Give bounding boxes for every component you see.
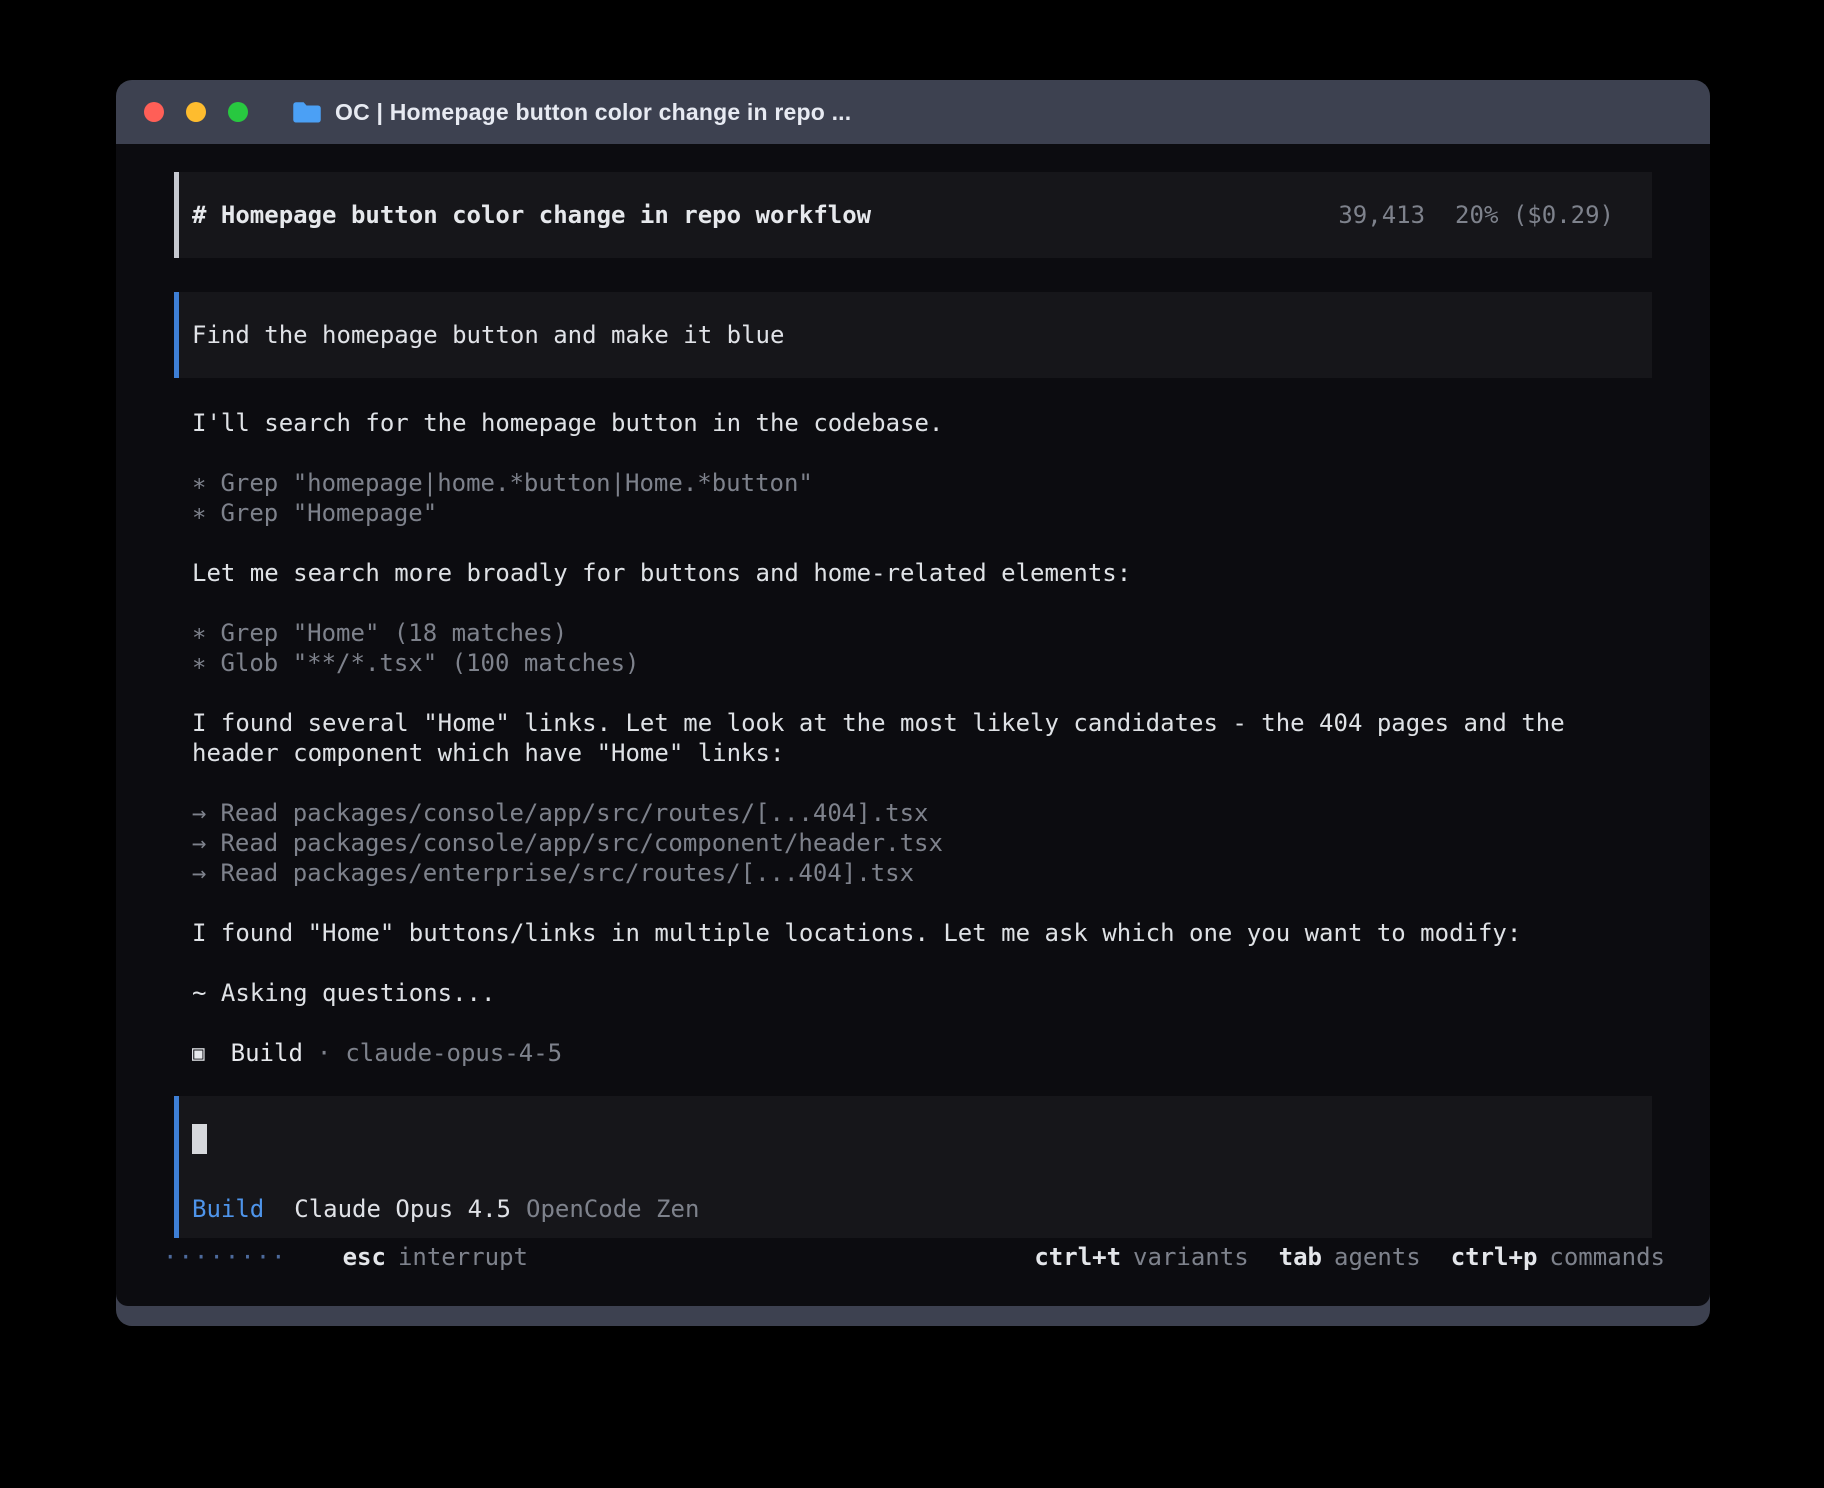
- assistant-transcript: I'll search for the homepage button in t…: [192, 408, 1652, 1068]
- assistant-message: Let me search more broadly for buttons a…: [192, 558, 1612, 588]
- tool-call: ∗ Grep "homepage|home.*button|Home.*butto…: [192, 468, 1652, 498]
- prompt-input[interactable]: Build Claude Opus 4.5 OpenCode Zen: [174, 1096, 1652, 1238]
- folder-icon: [292, 100, 322, 125]
- agent-model: claude-opus-4-5: [345, 1038, 562, 1068]
- context-usage: 20% ($0.29): [1455, 200, 1614, 230]
- tool-call-group: → Read packages/console/app/src/routes/[.…: [192, 798, 1652, 888]
- tool-call: ∗ Grep "Homepage": [192, 498, 1652, 528]
- user-message: Find the homepage button and make it blu…: [174, 292, 1652, 378]
- tool-call: → Read packages/console/app/src/routes/[.…: [192, 798, 1652, 828]
- terminal-body: # Homepage button color change in repo w…: [116, 144, 1710, 1306]
- shortcut-key: ctrl+p: [1451, 1242, 1538, 1272]
- session-meta: 39,413 20% ($0.29): [1338, 200, 1622, 230]
- shortcut-key: ctrl+t: [1034, 1242, 1121, 1272]
- shortcut-label: variants: [1133, 1242, 1249, 1272]
- tool-call-text: Read packages/console/app/src/routes/[..…: [220, 799, 928, 827]
- tool-call-text: Grep "homepage|home.*button|Home.*button…: [220, 469, 812, 497]
- pending-tool-status: ~ Asking questions...: [192, 978, 1612, 1008]
- agent-name: Build: [231, 1038, 303, 1068]
- token-count: 39,413: [1338, 200, 1425, 230]
- session-content: # Homepage button color change in repo w…: [116, 144, 1710, 1306]
- tool-call-group: ∗ Grep "homepage|home.*button|Home.*butto…: [192, 468, 1652, 528]
- shortcut-label: commands: [1549, 1242, 1665, 1272]
- window-title-group: OC | Homepage button color change in rep…: [292, 99, 851, 126]
- text-cursor: [192, 1124, 207, 1154]
- status-bar: ········ esc interrupt ctrl+t variants t…: [163, 1242, 1665, 1272]
- status-bar-left: ········ esc interrupt: [163, 1242, 528, 1272]
- window-title: OC | Homepage button color change in rep…: [335, 99, 851, 126]
- input-line[interactable]: [192, 1124, 1622, 1154]
- agent-icon: ▣: [192, 1038, 205, 1068]
- grep-tool-icon: ∗: [192, 499, 206, 527]
- grep-tool-icon: ∗: [192, 469, 206, 497]
- read-arrow-icon: →: [192, 799, 206, 827]
- tool-call-text: Read packages/console/app/src/component/…: [220, 829, 942, 857]
- tool-call: → Read packages/console/app/src/component…: [192, 828, 1652, 858]
- close-button[interactable]: [144, 102, 164, 122]
- tool-call: → Read packages/enterprise/src/routes/[..…: [192, 858, 1652, 888]
- tool-call-text: Grep "Homepage": [220, 499, 437, 527]
- tool-call-text: Grep "Home" (18 matches): [220, 619, 567, 647]
- separator-dot: ·: [317, 1038, 331, 1068]
- tool-call-text: Read packages/enterprise/src/routes/[...…: [220, 859, 914, 887]
- assistant-message: I found several "Home" links. Let me loo…: [192, 708, 1612, 768]
- shortcut-label: agents: [1334, 1242, 1421, 1272]
- model-label: Claude Opus 4.5: [294, 1194, 511, 1224]
- session-title: # Homepage button color change in repo w…: [192, 200, 871, 230]
- minimize-button[interactable]: [186, 102, 206, 122]
- terminal-window: OC | Homepage button color change in rep…: [116, 80, 1710, 1326]
- read-arrow-icon: →: [192, 859, 206, 887]
- traffic-lights: [116, 102, 248, 122]
- session-header: # Homepage button color change in repo w…: [174, 172, 1652, 258]
- read-arrow-icon: →: [192, 829, 206, 857]
- user-message-text: Find the homepage button and make it blu…: [192, 321, 784, 349]
- agent-status-line: ▣ Build · claude-opus-4-5: [192, 1038, 1652, 1068]
- tool-call: ∗ Grep "Home" (18 matches): [192, 618, 1652, 648]
- assistant-message: I found "Home" buttons/links in multiple…: [192, 918, 1612, 948]
- glob-tool-icon: ∗: [192, 649, 206, 677]
- shortcut-variants: ctrl+t variants: [1034, 1242, 1248, 1272]
- zoom-button[interactable]: [228, 102, 248, 122]
- status-bar-right: ctrl+t variants tab agents ctrl+p comman…: [1034, 1242, 1665, 1272]
- tool-call: ∗ Glob "**/*.tsx" (100 matches): [192, 648, 1652, 678]
- titlebar[interactable]: OC | Homepage button color change in rep…: [116, 80, 1710, 144]
- shortcut-key: tab: [1279, 1242, 1322, 1272]
- assistant-message: I'll search for the homepage button in t…: [192, 408, 1612, 438]
- tool-call-text: Glob "**/*.tsx" (100 matches): [220, 649, 639, 677]
- esc-key-hint: esc: [343, 1242, 386, 1272]
- tool-call-group: ∗ Grep "Home" (18 matches) ∗ Glob "**/*.ts…: [192, 618, 1652, 678]
- shortcut-commands: ctrl+p commands: [1451, 1242, 1665, 1272]
- agent-mode-label: Build: [192, 1194, 264, 1224]
- shortcut-agents: tab agents: [1279, 1242, 1421, 1272]
- esc-key-label: interrupt: [398, 1242, 528, 1272]
- input-status-row: Build Claude Opus 4.5 OpenCode Zen: [192, 1194, 1622, 1224]
- provider-label: OpenCode Zen: [526, 1194, 699, 1224]
- spinner-dots: ········: [163, 1242, 287, 1272]
- grep-tool-icon: ∗: [192, 619, 206, 647]
